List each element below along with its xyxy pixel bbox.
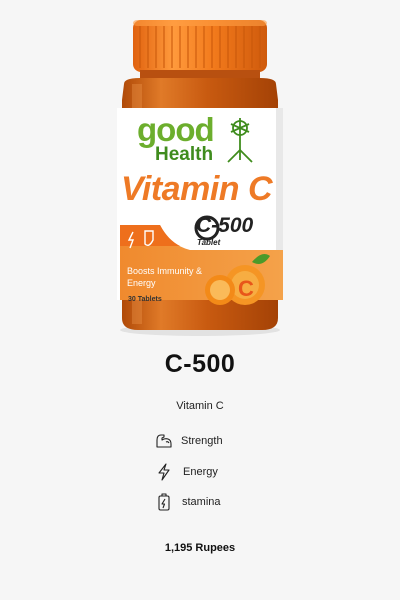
product-price: 1,195 Rupees [164,542,236,554]
benefit-list: Strength Energy stamina [0,0,400,600]
benefit-item-strength: Strength [155,432,223,450]
benefit-label: Strength [181,434,223,447]
product-card: C good Health Vitamin C C-500 Tablet Boo… [0,0,400,600]
lightning-bolt-icon [155,463,173,481]
benefit-item-stamina: stamina [155,493,221,511]
benefit-label: Energy [183,465,218,478]
benefit-label: stamina [182,495,221,508]
benefit-item-energy: Energy [155,463,218,481]
flexed-arm-icon [155,432,173,450]
battery-icon [155,493,173,511]
